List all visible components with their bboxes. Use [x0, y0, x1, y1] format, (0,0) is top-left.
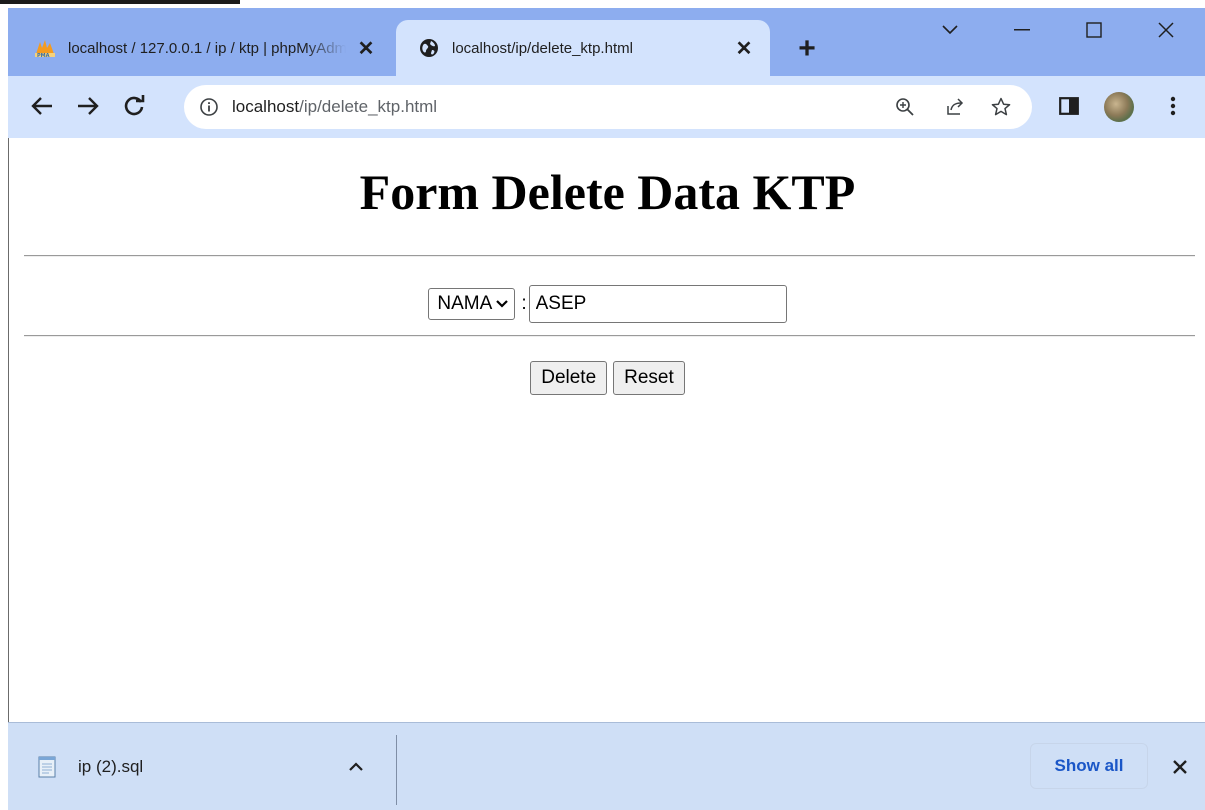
close-window-icon[interactable]	[1130, 8, 1202, 52]
maximize-icon[interactable]	[1058, 8, 1130, 52]
text-file-icon	[38, 756, 56, 778]
minimize-icon[interactable]	[986, 8, 1058, 52]
phpmyadmin-icon: PMA	[34, 37, 56, 59]
page-title: Form Delete Data KTP	[359, 164, 856, 220]
zoom-icon[interactable]	[894, 96, 916, 118]
forward-arrow-icon[interactable]	[72, 90, 104, 122]
field-select[interactable]: NAMA	[428, 288, 516, 320]
download-item[interactable]: ip (2).sql	[8, 723, 396, 810]
url-host: localhost	[232, 97, 300, 116]
url-path: /ip/delete_ktp.html	[299, 97, 438, 116]
close-shelf-icon[interactable]	[1166, 753, 1194, 781]
shelf-divider	[396, 735, 397, 805]
tab-title: localhost/ip/delete_ktp.html	[452, 39, 633, 57]
form-buttons: Delete Reset	[9, 361, 1205, 395]
browser-window: PMA localhost / 127.0.0.1 / ip / ktp | p…	[8, 8, 1205, 810]
horizontal-rule	[24, 335, 1195, 337]
field-separator: :	[521, 293, 527, 314]
desktop-window-edge	[0, 0, 240, 4]
globe-icon	[418, 37, 440, 59]
criteria-value-input[interactable]	[528, 285, 787, 323]
address-bar[interactable]: localhost/ip/delete_ktp.html	[184, 85, 1032, 129]
desktop-background	[0, 0, 1205, 8]
download-shelf: ip (2).sql Show all	[8, 722, 1205, 810]
reset-button[interactable]: Reset	[613, 361, 685, 395]
delete-button[interactable]: Delete	[530, 361, 608, 395]
new-tab-button[interactable]: +	[792, 34, 822, 64]
more-menu-icon[interactable]	[1158, 91, 1188, 121]
download-filename: ip (2).sql	[78, 757, 144, 776]
tab-search-chevron-icon[interactable]	[914, 8, 986, 52]
share-icon[interactable]	[944, 96, 966, 118]
tab-phpmyadmin[interactable]: PMA localhost / 127.0.0.1 / ip / ktp | p…	[14, 20, 392, 76]
tab-close-icon[interactable]: ✕	[730, 34, 758, 62]
chevron-up-icon[interactable]	[343, 753, 369, 779]
back-arrow-icon[interactable]	[26, 90, 58, 122]
bookmark-star-icon[interactable]	[990, 96, 1012, 118]
tab-strip: PMA localhost / 127.0.0.1 / ip / ktp | p…	[8, 8, 1205, 76]
tab-close-icon[interactable]: ✕	[352, 34, 380, 62]
svg-text:PMA: PMA	[37, 53, 50, 58]
tab-delete-ktp[interactable]: localhost/ip/delete_ktp.html ✕	[396, 20, 770, 76]
url-text: localhost/ip/delete_ktp.html	[232, 97, 437, 117]
horizontal-rule	[24, 255, 1195, 257]
browser-toolbar: localhost/ip/delete_ktp.html	[8, 76, 1205, 138]
field-select-value: NAMA	[437, 293, 493, 314]
tab-title: localhost / 127.0.0.1 / ip / ktp | phpMy…	[68, 39, 346, 57]
chevron-down-icon	[496, 300, 509, 308]
profile-avatar[interactable]	[1104, 92, 1134, 122]
page-content: Form Delete Data KTP NAMA : Delete Reset	[8, 138, 1205, 722]
delete-criteria-row: NAMA :	[9, 285, 1205, 323]
show-all-button[interactable]: Show all	[1030, 743, 1148, 789]
screen: PMA localhost / 127.0.0.1 / ip / ktp | p…	[0, 0, 1205, 810]
reload-icon[interactable]	[118, 90, 150, 122]
site-info-icon[interactable]	[198, 96, 220, 118]
side-panel-icon[interactable]	[1054, 91, 1084, 121]
